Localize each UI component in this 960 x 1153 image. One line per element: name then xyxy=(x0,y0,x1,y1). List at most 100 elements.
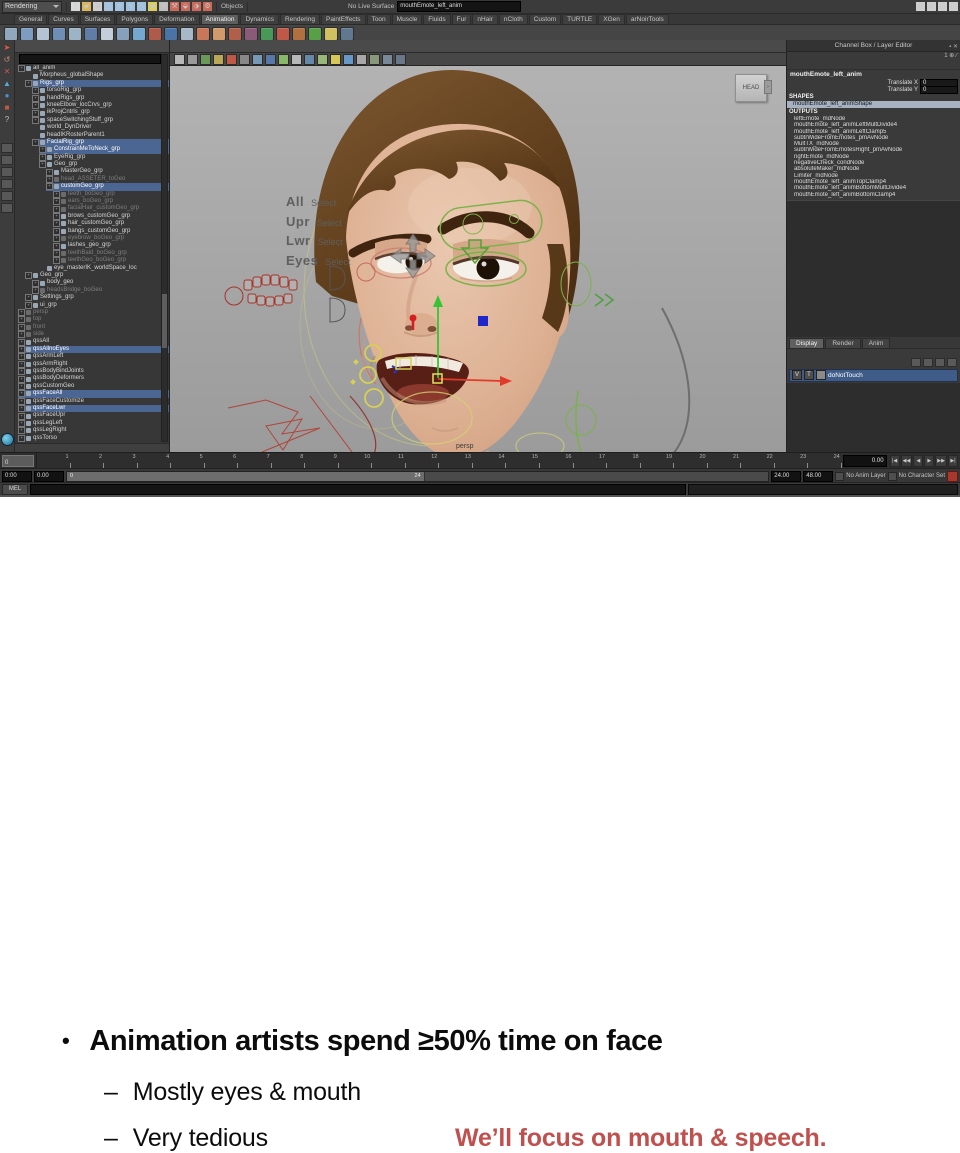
outliner-item[interactable]: + front xyxy=(18,324,169,331)
outliner-item[interactable]: + qssAll xyxy=(18,338,169,346)
status-icon[interactable]: ⚙ xyxy=(203,2,212,11)
range-slider-handle[interactable]: 0 24 xyxy=(67,471,425,481)
outliner-item[interactable]: + qssLegRight xyxy=(18,427,169,435)
frame-tick[interactable]: 18 xyxy=(607,453,641,469)
outliner-item[interactable]: + MasterGeo_grp xyxy=(46,168,169,176)
expand-toggle-icon[interactable]: + xyxy=(39,146,46,154)
auto-keyframe-toggle[interactable] xyxy=(947,470,958,482)
expand-toggle-icon[interactable]: + xyxy=(32,279,39,287)
viewport-toolbar-icon[interactable] xyxy=(343,53,354,65)
outliner-item[interactable]: + teethBald_boGeo_grp xyxy=(53,250,169,257)
shelf-icon[interactable] xyxy=(36,26,50,41)
frame-tick[interactable]: 17 xyxy=(574,453,608,469)
frame-tick[interactable]: 10 xyxy=(339,453,373,469)
tool-icon[interactable]: ▲ xyxy=(2,78,13,89)
shelf-icon[interactable] xyxy=(20,26,34,41)
shelf-tab[interactable]: arNoirTools xyxy=(625,14,669,24)
outliner-item[interactable]: + all_anim xyxy=(18,65,169,73)
shelf-tab[interactable]: nCloth xyxy=(498,14,528,24)
outliner-item[interactable]: + qssArmRight xyxy=(18,361,169,368)
status-icon[interactable]: ∿ xyxy=(126,2,135,11)
outliner-item[interactable]: + bangs_customGeo_grp xyxy=(53,228,169,235)
range-slider-track[interactable]: 0 24 xyxy=(66,470,770,482)
layer-type-toggle[interactable]: T xyxy=(804,370,814,381)
expand-toggle-icon[interactable]: + xyxy=(53,257,60,265)
layer-help-icon[interactable] xyxy=(947,358,957,368)
shelf-icon[interactable] xyxy=(148,26,162,41)
panel-toggle-icon[interactable]: ▧ xyxy=(938,2,947,11)
expand-toggle-icon[interactable]: + xyxy=(46,183,53,191)
shelf-icon[interactable] xyxy=(52,26,66,41)
display-layer-row[interactable]: V T doNotTouch xyxy=(789,368,958,382)
viewport-toolbar-icon[interactable] xyxy=(304,53,315,65)
rig-select-button[interactable]: Select xyxy=(311,198,336,208)
frame-tick[interactable]: 19 xyxy=(641,453,675,469)
layout-shortcut-button[interactable] xyxy=(1,191,13,201)
shelf-tab[interactable]: PaintEffects xyxy=(320,14,366,24)
expand-toggle-icon[interactable]: + xyxy=(32,94,39,102)
expand-toggle-icon[interactable]: + xyxy=(39,161,46,169)
shelf-tab[interactable]: Rendering xyxy=(279,14,320,24)
expand-toggle-icon[interactable]: + xyxy=(32,87,39,95)
transport-button[interactable]: ▶| xyxy=(948,455,958,467)
frame-tick[interactable]: 5 xyxy=(171,453,205,469)
panel-toggle-icon[interactable]: ▥ xyxy=(927,2,936,11)
frame-tick[interactable]: 1 xyxy=(37,453,71,469)
layout-shortcut-button[interactable] xyxy=(1,155,13,165)
viewport-toolbar-icon[interactable] xyxy=(330,53,341,65)
status-icon[interactable]: ▰ xyxy=(82,2,91,11)
expand-toggle-icon[interactable]: + xyxy=(53,235,60,243)
outliner-item[interactable]: + headsBridge_boGeo xyxy=(32,287,169,294)
expand-toggle-icon[interactable]: + xyxy=(18,419,25,427)
character-set-toggle[interactable] xyxy=(887,471,897,481)
outliner-item[interactable]: + qssCustomGeo xyxy=(18,383,169,390)
viewport-toolbar-icon[interactable] xyxy=(187,53,198,65)
shelf-tab[interactable]: General xyxy=(14,14,48,24)
outliner-item[interactable]: + spaceSwitchingStuff_grp xyxy=(32,117,169,124)
viewport-toolbar-icon[interactable] xyxy=(278,53,289,65)
selection-name-field[interactable]: mouthEmote_left_anim xyxy=(397,1,522,12)
frame-tick[interactable]: 23 xyxy=(775,453,809,469)
outliner-item[interactable]: + qssFaceUpr xyxy=(18,412,169,420)
expand-toggle-icon[interactable]: + xyxy=(18,338,25,346)
expand-toggle-icon[interactable]: + xyxy=(18,434,25,442)
outliner-item[interactable]: + qssArmLeft xyxy=(18,353,169,361)
status-icon[interactable]: ⚒ xyxy=(170,2,179,11)
frame-tick[interactable]: 3 xyxy=(104,453,138,469)
outliner-item[interactable]: + ui_grp xyxy=(25,302,169,309)
expand-toggle-icon[interactable]: + xyxy=(18,316,25,324)
time-slider[interactable]: 0 1 2 3 4 5 6 7 8 9 10 11 12 13 14 15 16 17 18 19 20 21 22 23 2… xyxy=(0,452,960,469)
outliner-item[interactable]: + Geo_grp xyxy=(25,272,169,280)
transport-button[interactable]: |◀ xyxy=(889,455,900,467)
outliner-item[interactable]: + Rigs_grp xyxy=(25,79,169,88)
outliner-item[interactable]: + qssBodyDeformers xyxy=(18,375,169,383)
layer-editor-tab[interactable]: Render xyxy=(825,337,861,348)
layout-shortcut-button[interactable] xyxy=(1,179,13,189)
shelf-icon[interactable] xyxy=(292,26,306,41)
viewport-toolbar-icon[interactable] xyxy=(239,53,250,65)
tool-icon[interactable]: ● xyxy=(2,90,13,101)
expand-toggle-icon[interactable]: + xyxy=(53,198,60,206)
frame-tick[interactable]: 8 xyxy=(272,453,306,469)
expand-toggle-icon[interactable]: + xyxy=(32,286,39,294)
shelf-icon[interactable] xyxy=(276,26,290,41)
outliner-item[interactable]: + ikProjCntrls_grp xyxy=(32,109,169,117)
anim-layer-toggle[interactable] xyxy=(835,471,845,481)
viewport-toolbar-icon[interactable] xyxy=(382,53,393,65)
expand-toggle-icon[interactable]: + xyxy=(18,375,25,383)
expand-toggle-icon[interactable]: + xyxy=(53,213,60,220)
expand-toggle-icon[interactable]: + xyxy=(18,412,25,420)
expand-toggle-icon[interactable]: + xyxy=(32,109,39,117)
shelf-tab[interactable]: Fur xyxy=(451,14,472,24)
expand-toggle-icon[interactable]: + xyxy=(18,390,25,398)
tool-icon[interactable]: ➤ xyxy=(2,42,13,53)
outliner-item[interactable]: + hair_customGeo_grp xyxy=(53,220,169,228)
command-input-field[interactable] xyxy=(30,484,686,495)
outliner-item[interactable]: + qssTorso xyxy=(18,435,169,442)
shelf-icon[interactable] xyxy=(164,26,178,41)
shelf-tab[interactable]: Custom xyxy=(528,14,562,24)
frame-ticks[interactable]: 1 2 3 4 5 6 7 8 9 10 11 12 13 14 15 16 17 18 19 20 21 22 23 24 xyxy=(36,453,842,469)
outliner-horizontal-scrollbar[interactable] xyxy=(15,443,169,452)
outliner-item[interactable]: + eyebrow_boGeo_grp xyxy=(53,235,169,243)
outliner-item[interactable]: + FacialRig_grp xyxy=(32,138,169,147)
